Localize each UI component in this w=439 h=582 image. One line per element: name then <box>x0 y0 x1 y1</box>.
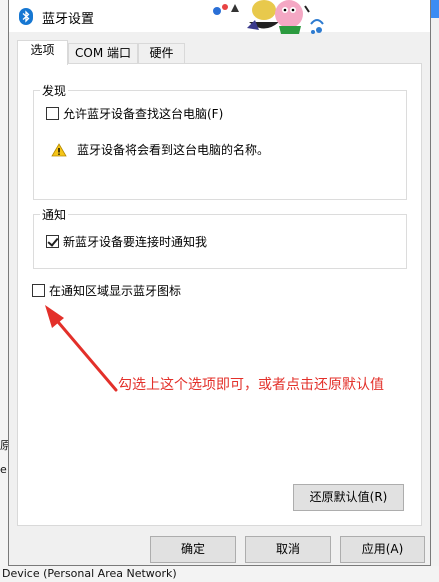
tab-options[interactable]: 选项 <box>17 40 68 65</box>
background-text-fragment: e <box>0 463 7 476</box>
notification-group-label: 通知 <box>40 206 69 223</box>
tray-icon-label[interactable]: 在通知区域显示蓝牙图标 <box>49 282 181 299</box>
background-device-label: Device (Personal Area Network) <box>2 567 177 580</box>
ok-button[interactable]: 确定 <box>150 536 236 563</box>
restore-defaults-button[interactable]: 还原默认值(R) <box>293 484 404 511</box>
apply-button[interactable]: 应用(A) <box>340 536 425 563</box>
new-device-checkbox-row[interactable]: 新蓝牙设备要连接时通知我 <box>46 233 207 250</box>
title-bar[interactable]: 蓝牙设置 <box>9 0 430 34</box>
allow-discovery-checkbox[interactable] <box>46 107 59 120</box>
allow-discovery-checkbox-row[interactable]: 允许蓝牙设备查找这台电脑(F) <box>46 105 223 122</box>
warning-text: 蓝牙设备将会看到这台电脑的名称。 <box>77 143 270 157</box>
discovery-group: 发现 允许蓝牙设备查找这台电脑(F) 蓝牙设备将会看到这台电脑的名称。 <box>33 82 407 200</box>
tray-icon-checkbox[interactable] <box>32 284 45 297</box>
tray-icon-checkbox-row[interactable]: 在通知区域显示蓝牙图标 <box>32 282 181 299</box>
bluetooth-settings-dialog: 蓝牙设置 选项 COM 端口 硬件 发现 允许蓝牙设备查找这台电脑(F) 蓝牙设… <box>8 0 431 566</box>
new-device-label[interactable]: 新蓝牙设备要连接时通知我 <box>63 233 207 250</box>
warning-icon <box>51 142 67 156</box>
tab-hardware[interactable]: 硬件 <box>138 43 185 64</box>
cartoon-sticker-image <box>213 0 324 34</box>
cancel-button[interactable]: 取消 <box>245 536 331 563</box>
annotation-text: 勾选上这个选项即可，或者点击还原默认值 <box>118 377 384 393</box>
options-tab-panel: 发现 允许蓝牙设备查找这台电脑(F) 蓝牙设备将会看到这台电脑的名称。 通知 新… <box>17 63 422 526</box>
discovery-warning: 蓝牙设备将会看到这台电脑的名称。 <box>51 141 269 158</box>
annotation-arrow <box>45 305 118 392</box>
window-title: 蓝牙设置 <box>42 12 95 27</box>
discovery-group-label: 发现 <box>40 82 69 99</box>
new-device-checkbox[interactable] <box>46 235 59 248</box>
tab-com-ports[interactable]: COM 端口 <box>68 43 138 64</box>
allow-discovery-label[interactable]: 允许蓝牙设备查找这台电脑(F) <box>63 105 223 122</box>
notification-group: 通知 新蓝牙设备要连接时通知我 <box>33 206 407 269</box>
bluetooth-icon <box>19 8 33 25</box>
